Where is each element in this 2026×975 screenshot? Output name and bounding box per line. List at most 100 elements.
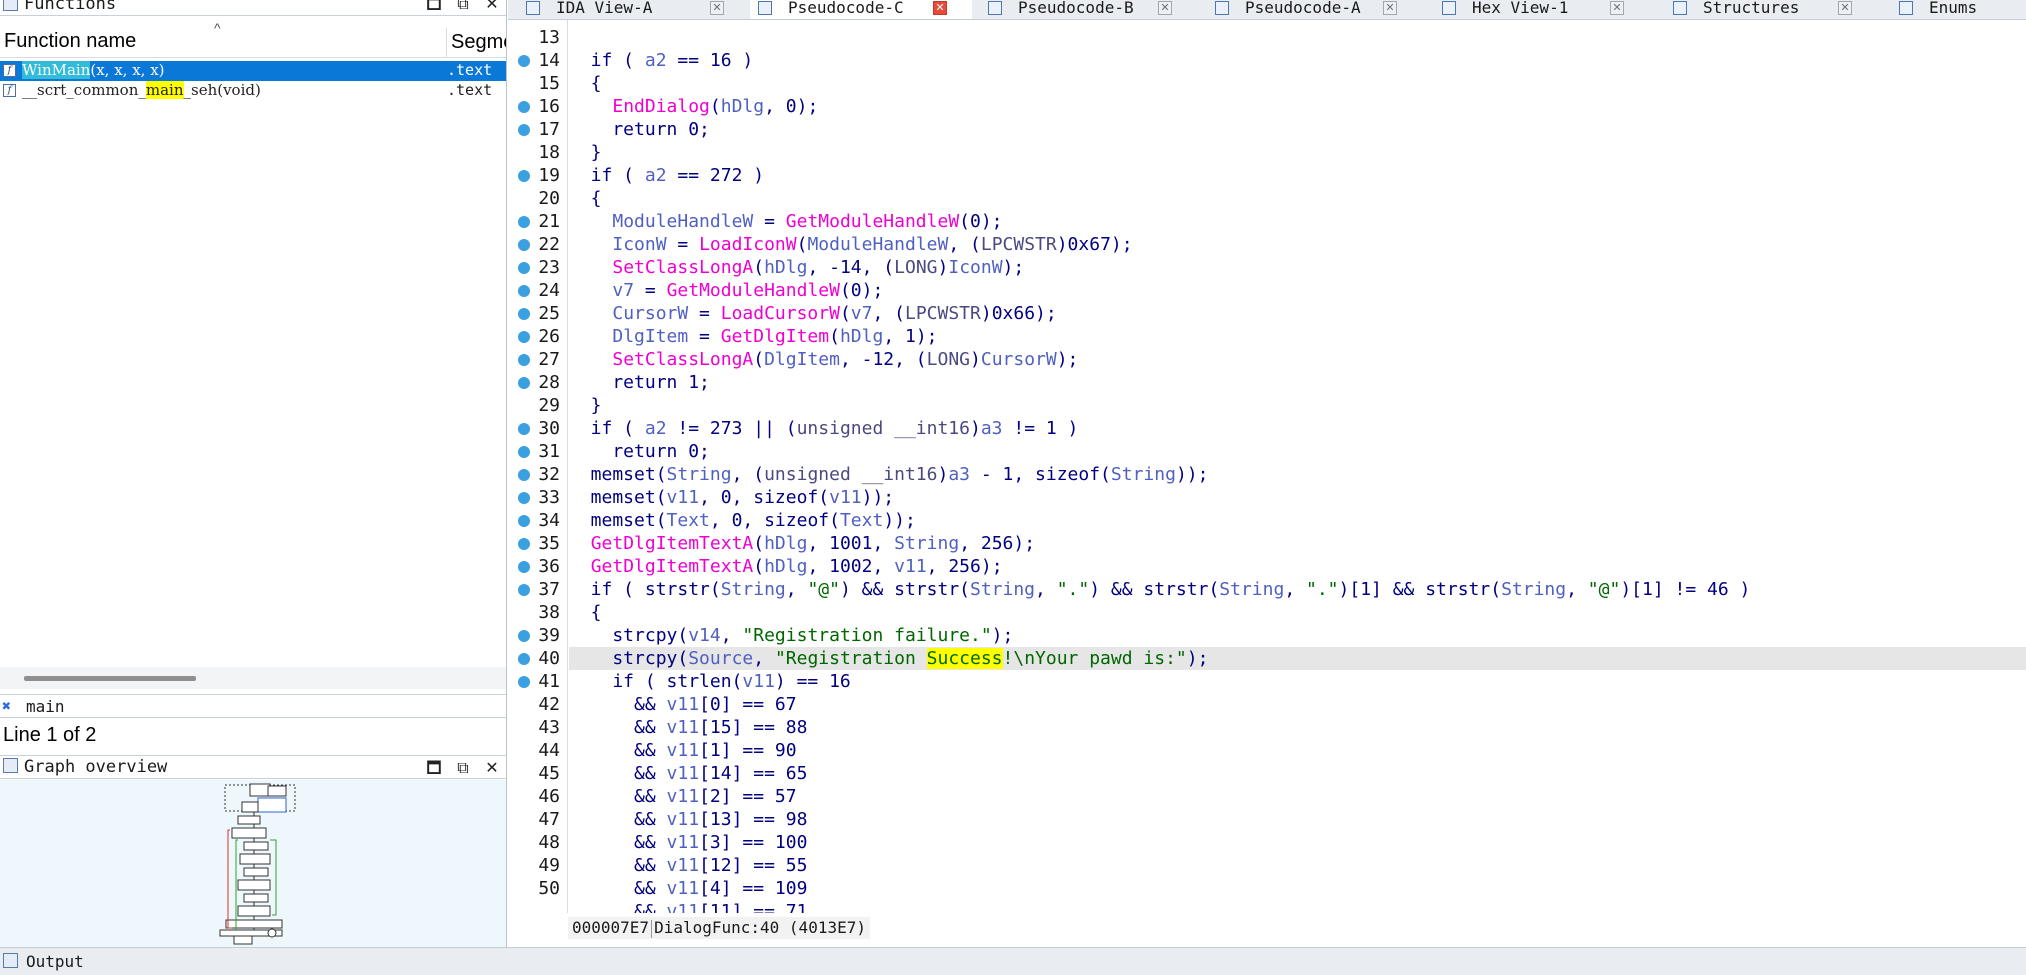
breakpoint-marker-icon[interactable]: [518, 515, 530, 527]
graph-overview-canvas[interactable]: [0, 780, 506, 947]
code-body[interactable]: if ( a2 == 16 ) { EndDialog(hDlg, 0); re…: [569, 20, 2026, 913]
gutter-line[interactable]: 37: [508, 578, 568, 601]
breakpoint-marker-icon[interactable]: [518, 331, 530, 343]
breakpoint-marker-icon[interactable]: [518, 653, 530, 665]
breakpoint-marker-icon[interactable]: [518, 538, 530, 550]
float-icon[interactable]: ⧉: [453, 758, 473, 778]
breakpoint-marker-icon[interactable]: [518, 308, 530, 320]
column-function-name[interactable]: Function name: [4, 30, 136, 53]
gutter-line[interactable]: 29: [508, 394, 568, 417]
gutter-line[interactable]: 13: [508, 26, 568, 49]
code-line[interactable]: && v11[15] == 88: [569, 716, 2026, 739]
gutter-line[interactable]: 15: [508, 72, 568, 95]
code-line[interactable]: strcpy(v14, "Registration failure.");: [569, 624, 2026, 647]
gutter-line[interactable]: 24: [508, 279, 568, 302]
function-row-scrt-main[interactable]: f __scrt_common_main_seh(void) .text: [0, 81, 506, 101]
column-segment[interactable]: Segme: [446, 28, 506, 58]
gutter-line[interactable]: 31: [508, 440, 568, 463]
tab-close-icon[interactable]: ✕: [933, 1, 947, 15]
pseudocode-view[interactable]: 13 14 15 16 17 18 19 20 21 22 23 24 25 26 27 28 29 30 31 32…: [508, 20, 2026, 913]
breakpoint-marker-icon[interactable]: [518, 216, 530, 228]
code-line[interactable]: && v11[14] == 65: [569, 762, 2026, 785]
gutter-line[interactable]: 21: [508, 210, 568, 233]
code-line[interactable]: && v11[2] == 57: [569, 785, 2026, 808]
code-line[interactable]: && v11[4] == 109: [569, 877, 2026, 900]
gutter-line[interactable]: 36: [508, 555, 568, 578]
code-line[interactable]: v7 = GetModuleHandleW(0);: [569, 279, 2026, 302]
breakpoint-marker-icon[interactable]: [518, 354, 530, 366]
gutter-line[interactable]: 27: [508, 348, 568, 371]
gutter-line[interactable]: 46: [508, 785, 568, 808]
tab-ida-view-a[interactable]: IDA View-A ✕: [518, 0, 742, 19]
maximize-icon[interactable]: 🗖: [424, 0, 444, 14]
breakpoint-marker-icon[interactable]: [518, 262, 530, 274]
close-icon[interactable]: ✕: [482, 0, 502, 14]
maximize-icon[interactable]: 🗖: [424, 758, 444, 778]
code-line[interactable]: && v11[1] == 90: [569, 739, 2026, 762]
code-line[interactable]: {: [569, 72, 2026, 95]
gutter-line[interactable]: 44: [508, 739, 568, 762]
gutter-line[interactable]: 22: [508, 233, 568, 256]
tab-pseudocode-c[interactable]: Pseudocode-C ✕: [750, 0, 972, 19]
code-line[interactable]: GetDlgItemTextA(hDlg, 1002, v11, 256);: [569, 555, 2026, 578]
tab-close-icon[interactable]: ✕: [1838, 1, 1852, 15]
gutter-line[interactable]: 14: [508, 49, 568, 72]
gutter-line[interactable]: 39: [508, 624, 568, 647]
tab-close-icon[interactable]: ✕: [1158, 1, 1172, 15]
breakpoint-marker-icon[interactable]: [518, 170, 530, 182]
gutter-line[interactable]: 50: [508, 877, 568, 900]
output-bar[interactable]: Output: [0, 947, 2026, 975]
code-line[interactable]: [569, 26, 2026, 49]
gutter-line[interactable]: 49: [508, 854, 568, 877]
breakpoint-marker-icon[interactable]: [518, 469, 530, 481]
gutter-line[interactable]: 19: [508, 164, 568, 187]
tab-structures[interactable]: Structures ✕: [1665, 0, 1887, 19]
code-line[interactable]: memset(v11, 0, sizeof(v11));: [569, 486, 2026, 509]
tab-close-icon[interactable]: ✕: [1383, 1, 1397, 15]
breakpoint-marker-icon[interactable]: [518, 446, 530, 458]
code-line[interactable]: {: [569, 187, 2026, 210]
code-line[interactable]: }: [569, 141, 2026, 164]
tab-close-icon[interactable]: ✕: [710, 1, 724, 15]
code-line[interactable]: SetClassLongA(DlgItem, -12, (LONG)Cursor…: [569, 348, 2026, 371]
code-line[interactable]: if ( strstr(String, "@") && strstr(Strin…: [569, 578, 2026, 601]
code-line[interactable]: strcpy(Source, "Registration Success!\nY…: [569, 647, 2026, 670]
breakpoint-marker-icon[interactable]: [518, 55, 530, 67]
scrollbar-thumb[interactable]: [24, 676, 196, 681]
code-line[interactable]: && v11[13] == 98: [569, 808, 2026, 831]
gutter-line[interactable]: 16: [508, 95, 568, 118]
code-line[interactable]: && v11[12] == 55: [569, 854, 2026, 877]
code-line[interactable]: CursorW = LoadCursorW(v7, (LPCWSTR)0x66)…: [569, 302, 2026, 325]
gutter-line[interactable]: 48: [508, 831, 568, 854]
code-line[interactable]: return 0;: [569, 440, 2026, 463]
gutter-line[interactable]: 42: [508, 693, 568, 716]
code-line[interactable]: memset(Text, 0, sizeof(Text));: [569, 509, 2026, 532]
tab-close-icon[interactable]: ✕: [1610, 1, 1624, 15]
breakpoint-marker-icon[interactable]: [518, 561, 530, 573]
gutter-line[interactable]: [508, 900, 568, 913]
gutter-line[interactable]: 33: [508, 486, 568, 509]
tab-pseudocode-a[interactable]: Pseudocode-A ✕: [1207, 0, 1429, 19]
code-line[interactable]: {: [569, 601, 2026, 624]
breakpoint-marker-icon[interactable]: [518, 676, 530, 688]
filter-input[interactable]: [26, 697, 496, 715]
breakpoint-marker-icon[interactable]: [518, 101, 530, 113]
code-line[interactable]: GetDlgItemTextA(hDlg, 1001, String, 256)…: [569, 532, 2026, 555]
code-line[interactable]: if ( a2 == 272 ): [569, 164, 2026, 187]
gutter-line[interactable]: 23: [508, 256, 568, 279]
code-line[interactable]: memset(String, (unsigned __int16)a3 - 1,…: [569, 463, 2026, 486]
code-line[interactable]: if ( strlen(v11) == 16: [569, 670, 2026, 693]
code-line[interactable]: DlgItem = GetDlgItem(hDlg, 1);: [569, 325, 2026, 348]
breakpoint-marker-icon[interactable]: [518, 239, 530, 251]
gutter-line[interactable]: 26: [508, 325, 568, 348]
code-line[interactable]: return 1;: [569, 371, 2026, 394]
close-icon[interactable]: ✕: [482, 758, 502, 778]
breakpoint-marker-icon[interactable]: [518, 285, 530, 297]
code-line[interactable]: return 0;: [569, 118, 2026, 141]
gutter-line[interactable]: 38: [508, 601, 568, 624]
code-line[interactable]: SetClassLongA(hDlg, -14, (LONG)IconW);: [569, 256, 2026, 279]
breakpoint-marker-icon[interactable]: [518, 630, 530, 642]
code-line[interactable]: && v11[11] == 71: [569, 900, 2026, 913]
gutter-line[interactable]: 45: [508, 762, 568, 785]
breakpoint-marker-icon[interactable]: [518, 124, 530, 136]
